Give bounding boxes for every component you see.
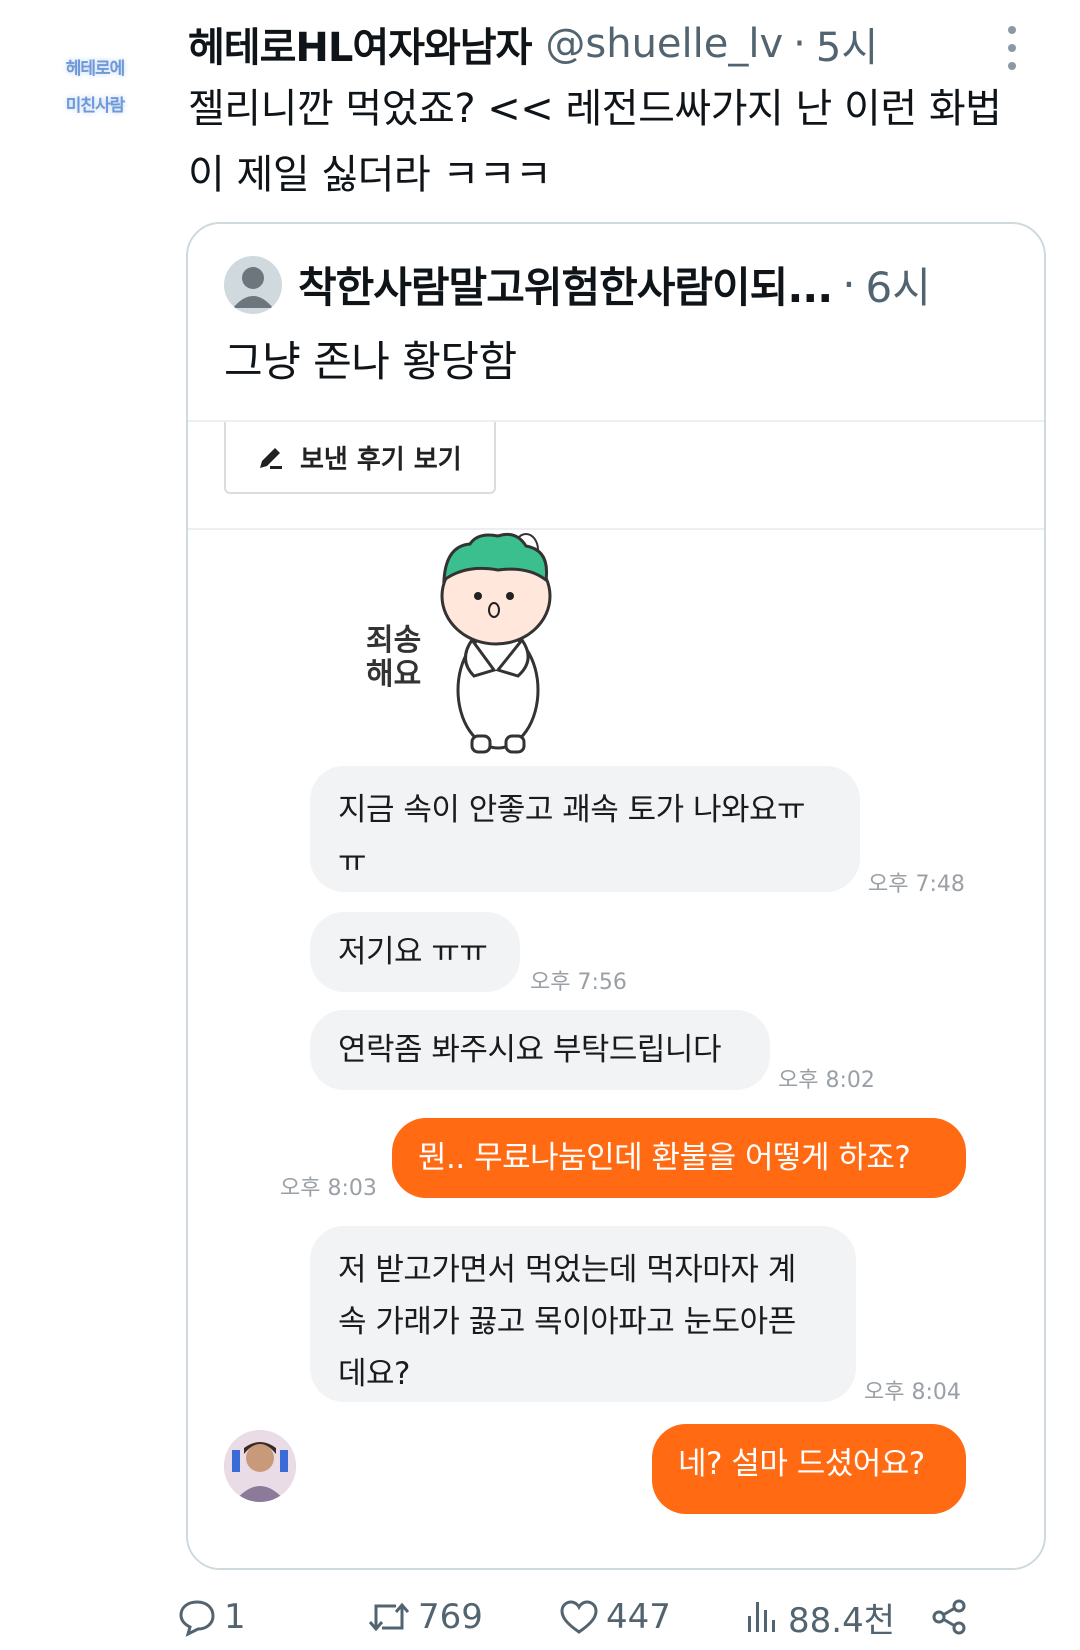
share-icon [932, 1599, 966, 1635]
quoted-time[interactable]: 6시 [866, 254, 931, 315]
sticker-text-1: 죄송 [366, 623, 421, 658]
message-timestamp: 오후 8:04 [864, 1380, 961, 1405]
incoming-message: 지금 속이 안좋고 괘속 토가 나와요ㅠ ㅠ [310, 766, 860, 892]
retweet-count: 769 [418, 1597, 483, 1637]
author-name[interactable]: 헤테로HL여자와남자 [188, 15, 532, 73]
divider [188, 528, 1044, 530]
tweet-text: 젤리니깐 먹었죠? << 레전드싸가지 난 이런 화법이 제일 싫더라 ㅋㅋㅋ [188, 86, 1002, 198]
reply-button[interactable]: 1 [176, 1592, 246, 1642]
outgoing-message: 네? 설마 드셨어요? [652, 1424, 966, 1514]
quoted-text: 그냥 존나 황당함 [224, 337, 517, 386]
share-button[interactable] [928, 1592, 970, 1642]
chat-avatar [224, 1430, 296, 1502]
retweet-icon [368, 1602, 410, 1632]
message-timestamp: 오후 8:02 [778, 1068, 875, 1093]
views-button[interactable]: 88.4천 [742, 1592, 895, 1642]
pencil-icon [260, 448, 282, 469]
retweet-button[interactable]: 769 [366, 1592, 483, 1642]
incoming-message: 저기요 ㅠㅠ [310, 912, 520, 992]
separator-dot: · [793, 21, 806, 67]
more-options-icon[interactable] [1002, 26, 1022, 70]
incoming-message: 저 받고가면서 먹었는데 먹자마자 계 속 가래가 끓고 목이아파고 눈도아픈 … [310, 1226, 856, 1402]
views-chart-icon [748, 1602, 775, 1632]
tweet-time[interactable]: 5시 [816, 15, 878, 73]
view-count: 88.4천 [788, 1600, 895, 1641]
outgoing-message: 뭔.. 무료나눔인데 환불을 어떻게 하죠? [392, 1118, 966, 1198]
author-handle[interactable]: @shuelle_lv [545, 21, 783, 67]
avatar-text-2: 미친사람 [65, 96, 126, 116]
chat-screenshot-image[interactable]: 보낸 후기 보기 죄송 해요 지금 속이 안좋고 괘속 토가 나와요ㅠ ㅠ 오후… [188, 420, 1044, 1568]
sticker-text-2: 해요 [366, 657, 421, 692]
heart-icon [560, 1600, 598, 1634]
like-count: 447 [606, 1597, 671, 1637]
review-button-label: 보낸 후기 보기 [300, 444, 462, 475]
reply-count: 1 [224, 1597, 246, 1637]
tweet-action-bar: 1 769 447 88.4천 [179, 1592, 1046, 1642]
like-button[interactable]: 447 [558, 1592, 671, 1642]
quoted-tweet-card[interactable]: 착한사람말고위험한사람이되... · 6시 그냥 존나 황당함 보낸 후기 보기 [186, 222, 1046, 1570]
tweet-author-line: 헤테로HL여자와남자 @shuelle_lv · 5시 [188, 14, 878, 74]
reply-icon [179, 1600, 215, 1637]
avatar-text-1: 헤테로에 [65, 59, 126, 79]
quoted-author-name[interactable]: 착한사람말고위험한사람이되... [298, 254, 833, 315]
default-avatar-icon[interactable] [224, 256, 282, 314]
message-timestamp: 오후 7:56 [530, 970, 627, 995]
message-timestamp: 오후 8:03 [280, 1176, 377, 1201]
apology-sticker: 죄송 해요 [366, 532, 552, 754]
quoted-author-line: 착한사람말고위험한사람이되... · 6시 [298, 246, 931, 322]
incoming-message: 연락좀 봐주시요 부탁드립니다 [310, 1010, 770, 1090]
author-avatar[interactable]: 헤테로에 미친사람 [40, 40, 150, 130]
review-button: 보낸 후기 보기 [224, 422, 496, 494]
separator-dot: · [842, 259, 856, 309]
message-timestamp: 오후 7:48 [868, 872, 965, 897]
